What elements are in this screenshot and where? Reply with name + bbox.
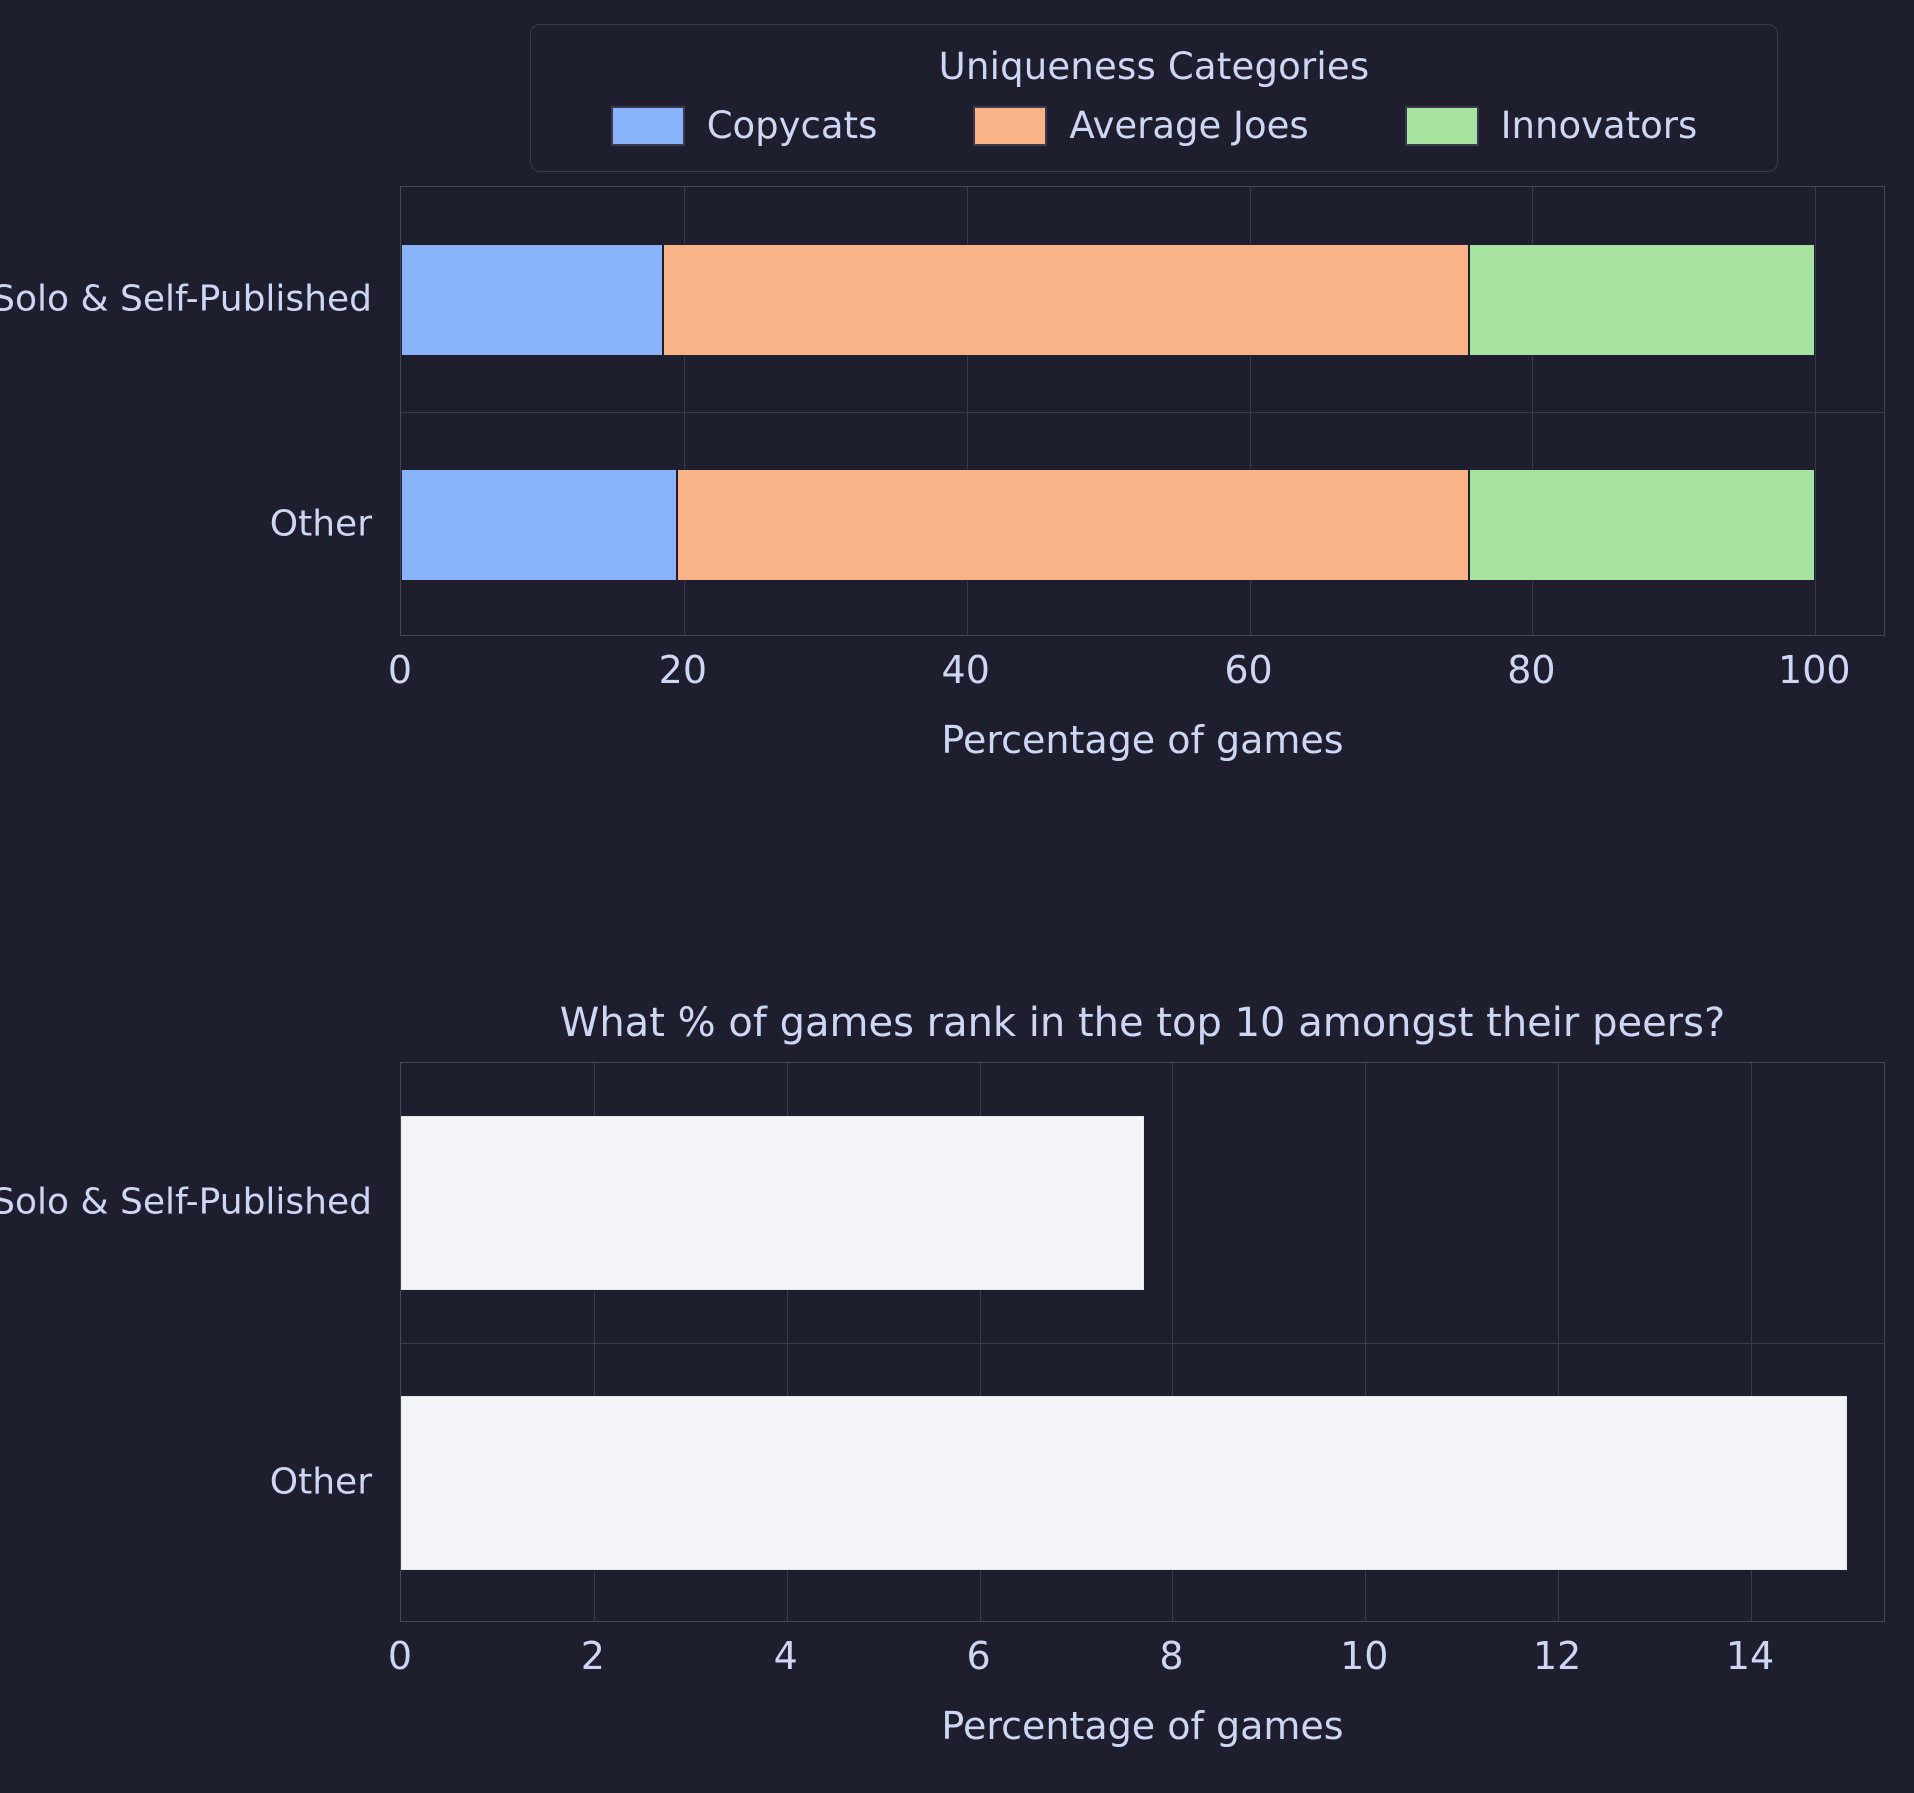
legend-title: Uniqueness Categories [938,45,1370,88]
y-axis-tick-label: Other [269,503,372,544]
legend-label-average-joes: Average Joes [1069,104,1309,147]
x-axis-tick-label: 0 [387,1634,413,1678]
y-axis-tick-label: Other [269,1461,372,1503]
legend-label-innovators: Innovators [1500,104,1698,147]
x-axis-tick-label: 0 [387,648,413,692]
x-axis-tick-label: 20 [658,648,708,692]
chart-2-title: What % of games rank in the top 10 among… [559,1000,1726,1046]
legend-swatch-average-joes [973,105,1048,146]
chart-1-x-axis-title: Percentage of games [941,718,1344,762]
figure-canvas: Uniqueness Categories Copycats Average J… [0,0,1914,1793]
x-axis-tick-label: 2 [580,1634,605,1678]
x-axis-tick-label: 8 [1159,1634,1184,1678]
x-axis-tick-label: 4 [773,1634,798,1678]
chart-1-y-axis-labels: Solo & Self-Published Other [0,186,1914,636]
x-axis-tick-label: 12 [1532,1634,1582,1678]
x-axis-tick-label: 100 [1778,648,1851,692]
x-axis-tick-label: 6 [966,1634,991,1678]
chart-2-y-axis-labels: Solo & Self-Published Other [0,1062,1914,1622]
chart-2-x-axis-title: Percentage of games [941,1704,1344,1748]
chart-2-x-axis-ticks: 0 2 4 6 8 10 12 14 [0,1634,1914,1694]
legend-swatch-innovators [1404,105,1479,146]
legend-item-list: Copycats Average Joes Innovators [531,104,1777,147]
x-axis-tick-label: 10 [1340,1634,1389,1678]
legend-item-copycats[interactable]: Copycats [610,104,878,147]
y-axis-tick-label: Solo & Self-Published [0,1181,372,1223]
x-axis-tick-label: 40 [941,648,990,692]
legend-label-copycats: Copycats [706,104,878,147]
legend-item-innovators[interactable]: Innovators [1404,104,1698,147]
x-axis-tick-label: 14 [1725,1634,1775,1678]
legend-swatch-copycats [610,105,685,146]
chart-legend: Uniqueness Categories Copycats Average J… [530,24,1778,172]
legend-item-average-joes[interactable]: Average Joes [973,104,1309,147]
chart-1-x-axis-ticks: 0 20 40 60 80 100 [0,648,1914,708]
x-axis-tick-label: 60 [1224,648,1273,692]
y-axis-tick-label: Solo & Self-Published [0,278,372,319]
x-axis-tick-label: 80 [1507,648,1556,692]
